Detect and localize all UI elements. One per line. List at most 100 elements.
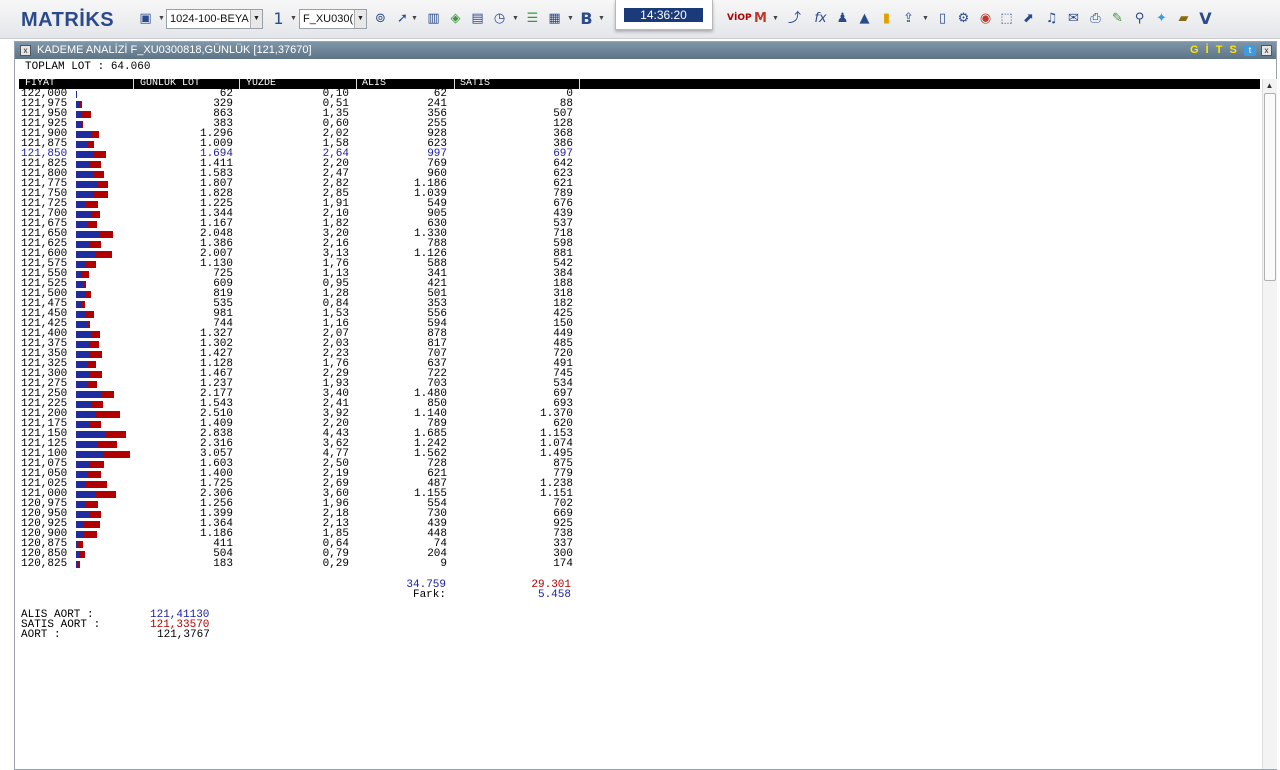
save-icon[interactable]: ▣ bbox=[137, 10, 154, 27]
scroll-thumb[interactable] bbox=[1264, 93, 1276, 281]
table-row[interactable]: 121,025 1.725 2,69 487 1.238 bbox=[19, 479, 589, 490]
monitor-icon[interactable]: ▤ bbox=[469, 10, 486, 27]
table-row[interactable]: 121,575 1.130 1,76 588 542 bbox=[19, 259, 589, 270]
window-titlebar[interactable]: x KADEME ANALİZİ F_XU0300818,GÜNLÜK [121… bbox=[15, 42, 1276, 59]
table-row[interactable]: 121,350 1.427 2,23 707 720 bbox=[19, 349, 589, 360]
bell-icon[interactable]: ♫ bbox=[1043, 10, 1060, 27]
table-icon[interactable]: ▦ bbox=[546, 10, 563, 27]
table-row[interactable]: 121,825 1.411 2,20 769 642 bbox=[19, 159, 589, 170]
table-row[interactable]: 121,675 1.167 1,82 630 537 bbox=[19, 219, 589, 230]
m-dropdown-icon[interactable]: ▼ bbox=[772, 10, 779, 27]
sell-bar-segment bbox=[94, 191, 108, 198]
pointer-icon[interactable]: ➚ bbox=[394, 10, 411, 27]
buy-bar-segment bbox=[76, 481, 85, 488]
twitter-share-icon[interactable]: t bbox=[1244, 45, 1256, 56]
table-row[interactable]: 121,375 1.302 2,03 817 485 bbox=[19, 339, 589, 350]
table-row[interactable]: 121,800 1.583 2,47 960 623 bbox=[19, 169, 589, 180]
chat-icon[interactable]: ✎ bbox=[1109, 10, 1126, 27]
table-row[interactable]: 121,075 1.603 2,50 728 875 bbox=[19, 459, 589, 470]
list-icon[interactable]: ☰ bbox=[524, 10, 541, 27]
table-row[interactable]: 121,500 819 1,28 501 318 bbox=[19, 289, 589, 300]
layout-select[interactable]: 1024-100-BEYA ▼ bbox=[166, 9, 263, 29]
upload-dropdown-icon[interactable]: ▼ bbox=[922, 10, 929, 27]
settings-icon[interactable]: ⚙ bbox=[955, 10, 972, 27]
table-row[interactable]: 121,300 1.467 2,29 722 745 bbox=[19, 369, 589, 380]
table-row[interactable]: 121,425 744 1,16 594 150 bbox=[19, 319, 589, 330]
table-row[interactable]: 121,850 1.694 2,64 997 697 bbox=[19, 149, 589, 160]
pointer-dropdown-icon[interactable]: ▼ bbox=[411, 10, 418, 27]
table-row[interactable]: 121,875 1.009 1,58 623 386 bbox=[19, 139, 589, 150]
vertical-scrollbar[interactable]: ▲ bbox=[1262, 79, 1277, 769]
table-row[interactable]: 121,600 2.007 3,13 1.126 881 bbox=[19, 249, 589, 260]
gits-label[interactable]: G İ T S bbox=[1190, 44, 1239, 56]
table-row[interactable]: 121,725 1.225 1,91 549 676 bbox=[19, 199, 589, 210]
v-button[interactable]: V bbox=[1197, 10, 1214, 27]
book-icon[interactable]: ▰ bbox=[1175, 10, 1192, 27]
scroll-up-icon[interactable]: ▲ bbox=[1264, 80, 1275, 92]
bar-chart-icon[interactable]: ▥ bbox=[425, 10, 442, 27]
mail-icon[interactable]: ✉ bbox=[1065, 10, 1082, 27]
table-row[interactable]: 121,950 863 1,35 356 507 bbox=[19, 109, 589, 120]
traffic-light-icon[interactable]: ▮ bbox=[878, 10, 895, 27]
clock-icon[interactable]: ◷ bbox=[491, 10, 508, 27]
table-row[interactable]: 121,925 383 0,60 255 128 bbox=[19, 119, 589, 130]
table-row[interactable]: 121,975 329 0,51 241 88 bbox=[19, 99, 589, 110]
document-icon[interactable]: ▯ bbox=[934, 10, 951, 27]
viop-button[interactable]: VİOP bbox=[727, 10, 752, 27]
clock-dropdown-icon[interactable]: ▼ bbox=[512, 10, 519, 27]
table-row[interactable]: 120,950 1.399 2,18 730 669 bbox=[19, 509, 589, 520]
table-row[interactable]: 121,475 535 0,84 353 182 bbox=[19, 299, 589, 310]
m-icon[interactable]: M bbox=[752, 10, 769, 27]
table-row[interactable]: 120,975 1.256 1,96 554 702 bbox=[19, 499, 589, 510]
new-window-icon[interactable]: ⬈ bbox=[1020, 10, 1037, 27]
table-row[interactable]: 121,525 609 0,95 421 188 bbox=[19, 279, 589, 290]
symbol-select[interactable]: F_XU030( ▼ bbox=[299, 9, 367, 29]
table-row[interactable]: 121,650 2.048 3,20 1.330 718 bbox=[19, 229, 589, 240]
table-row[interactable]: 121,225 1.543 2,41 850 693 bbox=[19, 399, 589, 410]
magnifier-icon[interactable]: ⊚ bbox=[372, 10, 389, 27]
twitter-icon[interactable]: ✦ bbox=[1153, 10, 1170, 27]
table-row[interactable]: 120,900 1.186 1,85 448 738 bbox=[19, 529, 589, 540]
table-row[interactable]: 120,825 183 0,29 9 174 bbox=[19, 559, 589, 570]
table-row[interactable]: 121,325 1.128 1,76 637 491 bbox=[19, 359, 589, 370]
table-row[interactable]: 121,050 1.400 2,19 621 779 bbox=[19, 469, 589, 480]
table-row[interactable]: 121,775 1.807 2,82 1.186 621 bbox=[19, 179, 589, 190]
warning-icon[interactable]: ▲ bbox=[856, 10, 873, 27]
print-icon[interactable]: ⎙ bbox=[1087, 10, 1104, 27]
bold-dropdown-icon[interactable]: ▼ bbox=[598, 10, 605, 27]
close-icon[interactable]: x bbox=[20, 45, 31, 56]
bold-button[interactable]: B bbox=[578, 10, 595, 27]
page-number[interactable]: 1 bbox=[270, 10, 287, 27]
table-row[interactable]: 121,400 1.327 2,07 878 449 bbox=[19, 329, 589, 340]
line-chart-icon[interactable]: ⤴ bbox=[786, 10, 803, 27]
table-dropdown-icon[interactable]: ▼ bbox=[567, 10, 574, 27]
fx-button[interactable]: fx bbox=[812, 10, 829, 27]
close-window-icon[interactable]: x bbox=[1261, 45, 1272, 56]
cube-icon[interactable]: ◈ bbox=[447, 10, 464, 27]
user-icon[interactable]: ♟ bbox=[834, 10, 851, 27]
search-icon[interactable]: ⚲ bbox=[1131, 10, 1148, 27]
alarm-icon[interactable]: ◉ bbox=[977, 10, 994, 27]
table-row[interactable]: 121,700 1.344 2,10 905 439 bbox=[19, 209, 589, 220]
table-row[interactable]: 121,275 1.237 1,93 703 534 bbox=[19, 379, 589, 390]
table-row[interactable]: 121,100 3.057 4,77 1.562 1.495 bbox=[19, 449, 589, 460]
table-row[interactable]: 121,750 1.828 2,85 1.039 789 bbox=[19, 189, 589, 200]
table-row[interactable]: 121,000 2.306 3,60 1.155 1.151 bbox=[19, 489, 589, 500]
table-row[interactable]: 121,625 1.386 2,16 788 598 bbox=[19, 239, 589, 250]
table-row[interactable]: 121,125 2.316 3,62 1.242 1.074 bbox=[19, 439, 589, 450]
upload-icon[interactable]: ⇪ bbox=[900, 10, 917, 27]
save-dropdown-icon[interactable]: ▼ bbox=[158, 10, 165, 27]
table-row[interactable]: 122,000 62 0,10 62 0 bbox=[19, 89, 589, 100]
table-row[interactable]: 120,850 504 0,79 204 300 bbox=[19, 549, 589, 560]
table-row[interactable]: 121,150 2.838 4,43 1.685 1.153 bbox=[19, 429, 589, 440]
table-row[interactable]: 121,550 725 1,13 341 384 bbox=[19, 269, 589, 280]
table-row[interactable]: 121,200 2.510 3,92 1.140 1.370 bbox=[19, 409, 589, 420]
table-row[interactable]: 120,925 1.364 2,13 439 925 bbox=[19, 519, 589, 530]
page-dropdown-icon[interactable]: ▼ bbox=[290, 10, 297, 27]
table-row[interactable]: 121,250 2.177 3,40 1.480 697 bbox=[19, 389, 589, 400]
table-row[interactable]: 121,900 1.296 2,02 928 368 bbox=[19, 129, 589, 140]
table-row[interactable]: 120,875 411 0,64 74 337 bbox=[19, 539, 589, 550]
table-row[interactable]: 121,450 981 1,53 556 425 bbox=[19, 309, 589, 320]
resize-icon[interactable]: ⬚ bbox=[998, 10, 1015, 27]
table-row[interactable]: 121,175 1.409 2,20 789 620 bbox=[19, 419, 589, 430]
